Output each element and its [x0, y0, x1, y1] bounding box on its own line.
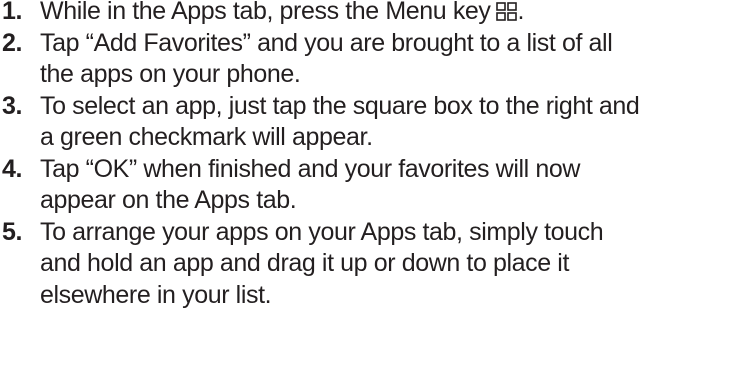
- step-line: While in the Apps tab, press the Menu ke…: [40, 0, 491, 25]
- step-number: 1.: [2, 0, 23, 25]
- step-line: To select an app, just tap the square bo…: [40, 91, 640, 120]
- step-number: 3.: [2, 91, 23, 120]
- instructions-document: 1. While in the Apps tab, press the Menu…: [0, 0, 750, 382]
- step-line: elsewhere in your list.: [40, 280, 272, 309]
- step-number: 2.: [2, 28, 23, 57]
- step-line: Tap “Add Favorites” and you are brought …: [40, 28, 613, 57]
- step-trailing: .: [517, 0, 525, 25]
- step-line: the apps on your phone.: [40, 60, 301, 88]
- step-line: a green checkmark will appear.: [40, 123, 373, 151]
- step-number: 5.: [2, 217, 23, 246]
- step-line: To arrange your apps on your Apps tab, s…: [40, 217, 604, 246]
- step-text: To select an app, just tap the square bo…: [40, 91, 750, 154]
- step-text: To arrange your apps on your Apps tab, s…: [40, 217, 750, 312]
- step-5: 5. To arrange your apps on your Apps tab…: [0, 217, 750, 312]
- menu-grid-icon: [495, 0, 518, 21]
- step-2: 2. Tap “Add Favorites” and you are broug…: [0, 28, 750, 91]
- step-number: 4.: [2, 154, 23, 183]
- step-1: 1. While in the Apps tab, press the Menu…: [0, 0, 750, 28]
- step-text: Tap “OK” when finished and your favorite…: [40, 154, 750, 217]
- step-3: 3. To select an app, just tap the square…: [0, 91, 750, 154]
- step-text: Tap “Add Favorites” and you are brought …: [40, 28, 750, 91]
- step-text: While in the Apps tab, press the Menu ke…: [40, 0, 750, 28]
- step-line: and hold an app and drag it up or down t…: [40, 249, 570, 277]
- step-4: 4. Tap “OK” when finished and your favor…: [0, 154, 750, 217]
- step-line: appear on the Apps tab.: [40, 186, 297, 214]
- step-line: Tap “OK” when finished and your favorite…: [40, 154, 580, 183]
